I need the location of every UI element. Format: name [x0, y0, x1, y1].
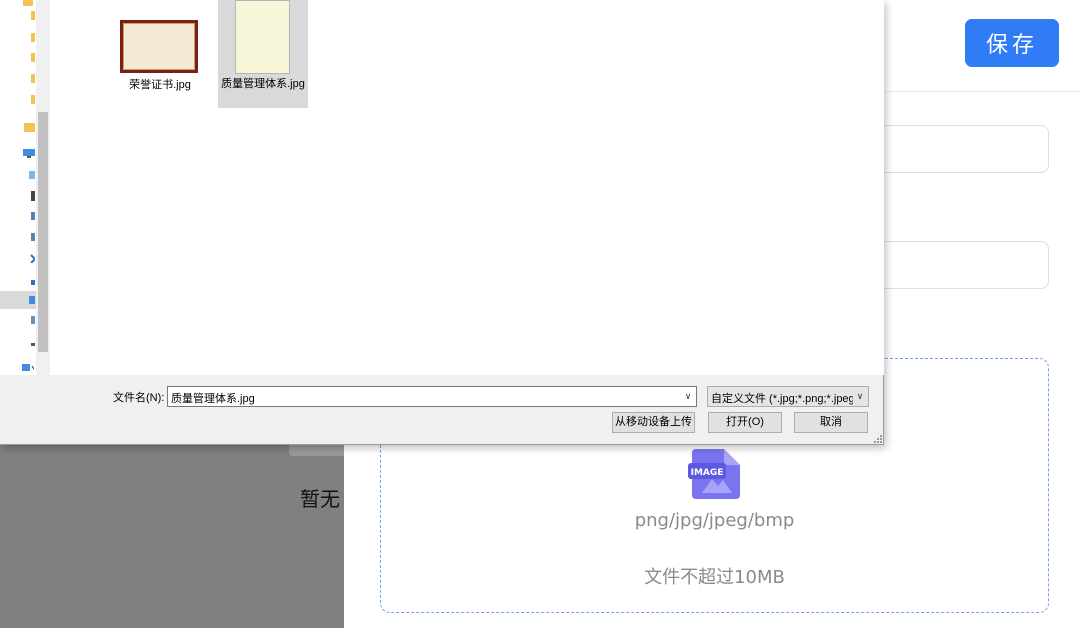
navigation-pane[interactable] [0, 0, 36, 375]
certificate-thumbnail [235, 0, 290, 74]
file-open-dialog: 荣誉证书.jpg 质量管理体系.jpg 文件名(N): 质量管理体系.jpg ∨… [0, 0, 884, 445]
overlay-empty-text: 暂无 [300, 487, 340, 511]
music-icon[interactable] [23, 253, 35, 263]
drive-icon[interactable] [23, 295, 35, 305]
save-button[interactable]: 保存 [965, 19, 1059, 67]
folder-icon[interactable] [23, 32, 35, 42]
folder-icon[interactable] [23, 122, 35, 132]
pictures-icon[interactable] [23, 276, 35, 286]
image-badge-text: IMAGE [691, 468, 724, 478]
upload-from-mobile-button[interactable]: 从移动设备上传 [612, 412, 695, 433]
folder-icon[interactable] [23, 94, 35, 104]
cube-icon[interactable] [23, 170, 35, 180]
open-button[interactable]: 打开(O) [708, 412, 782, 433]
network-icon[interactable] [22, 362, 34, 372]
file-name: 质量管理体系.jpg [221, 78, 305, 90]
drive-icon[interactable] [23, 338, 35, 348]
upload-size-limit-text: 文件不超过10MB [644, 567, 785, 588]
cancel-button[interactable]: 取消 [794, 412, 868, 433]
certificate-thumbnail [120, 20, 198, 73]
downloads-icon[interactable] [23, 232, 35, 242]
desktop-icon[interactable] [23, 191, 35, 201]
file-type-filter-value: 自定义文件 (*.jpg;*.png;*.jpeg [711, 393, 853, 405]
chevron-down-icon[interactable]: ∨ [854, 389, 866, 403]
file-item[interactable]: 荣誉证书.jpg [115, 0, 205, 108]
image-file-icon: IMAGE [688, 449, 740, 499]
file-type-filter-select[interactable]: 自定义文件 (*.jpg;*.png;*.jpeg ∨ [707, 386, 869, 407]
computer-icon[interactable] [23, 148, 35, 158]
filename-value: 质量管理体系.jpg [171, 393, 255, 405]
file-item-selected[interactable]: 质量管理体系.jpg [218, 0, 308, 108]
chevron-down-icon[interactable]: ∨ [682, 389, 694, 403]
drive-icon[interactable] [23, 315, 35, 325]
filename-label: 文件名(N): [113, 392, 165, 404]
folder-icon[interactable] [23, 10, 35, 20]
scrollbar-thumb[interactable] [38, 112, 48, 352]
file-name: 荣誉证书.jpg [129, 79, 191, 91]
documents-icon[interactable] [23, 211, 35, 221]
resize-grip-icon[interactable] [873, 434, 882, 443]
upload-formats-text: png/jpg/jpeg/bmp [634, 510, 795, 531]
filename-input[interactable]: 质量管理体系.jpg ∨ [167, 386, 697, 407]
folder-icon[interactable] [23, 0, 35, 10]
folder-icon[interactable] [23, 73, 35, 83]
folder-icon[interactable] [23, 52, 35, 62]
file-list-area[interactable]: 荣誉证书.jpg 质量管理体系.jpg [50, 0, 884, 375]
